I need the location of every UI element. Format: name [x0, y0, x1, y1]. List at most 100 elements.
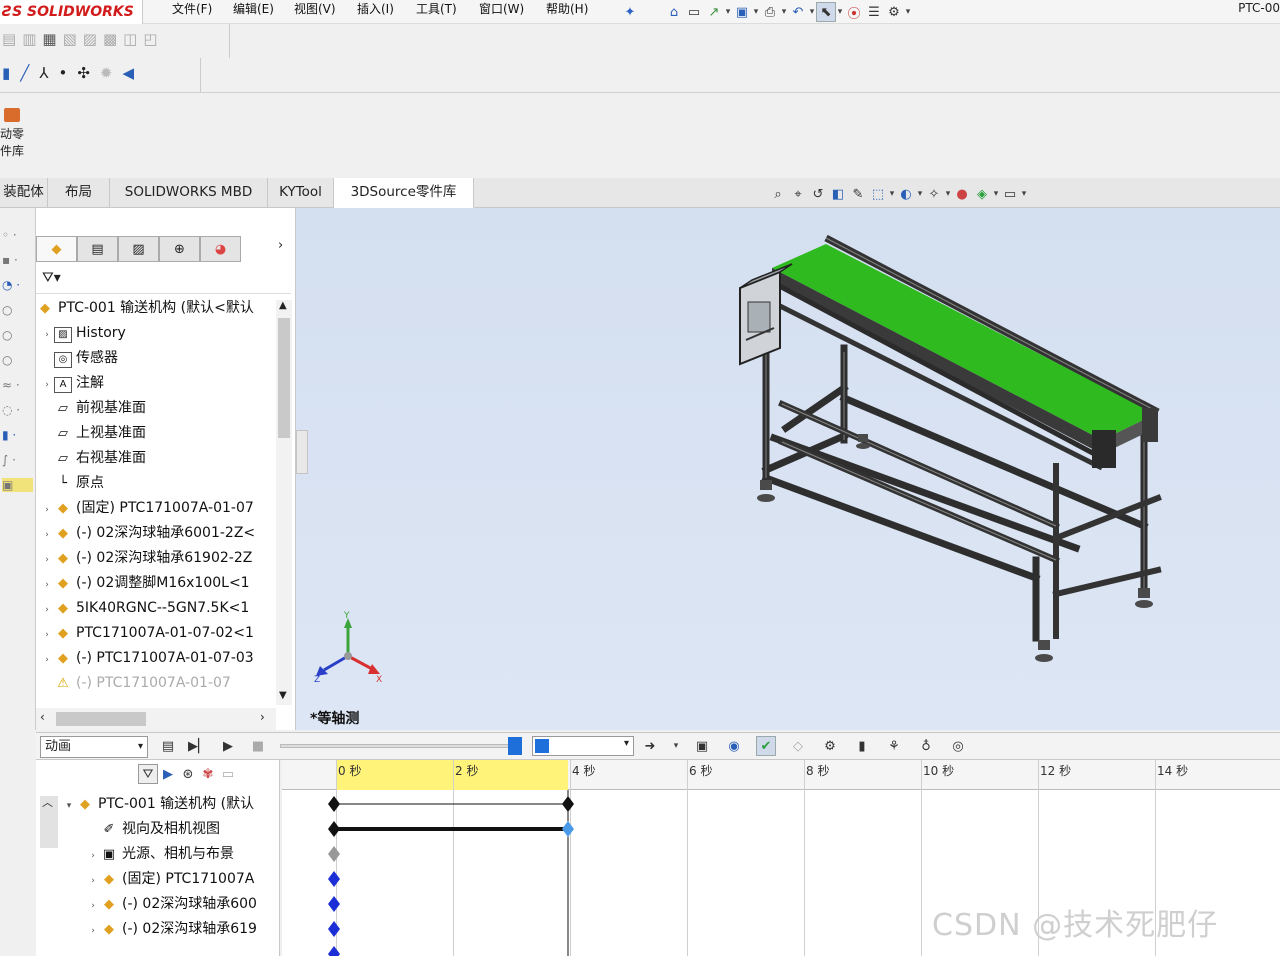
tree-item[interactable]: ⚠ (-) PTC171007A-01-07 [40, 671, 276, 696]
line-icon[interactable]: ╱ [20, 64, 29, 82]
strip-icon[interactable]: ▮ · [2, 428, 33, 442]
view-orientation-icon[interactable]: ⬚ [868, 184, 888, 204]
tree-item[interactable]: ▱ 前视基准面 [40, 396, 276, 421]
tree-item[interactable]: › ◆ (-) 02深沟球轴承6001-2Z< [40, 521, 276, 546]
menu-file[interactable]: 文件(F) [172, 0, 212, 24]
tree-item[interactable]: › ◆ (-) 02深沟球轴承61902-2Z [40, 546, 276, 571]
motion-tree-item[interactable]: › ◆ (固定) PTC171007A [86, 867, 280, 892]
tool-icon[interactable]: ▤ [2, 30, 16, 48]
new-document-icon[interactable]: ▭ [684, 2, 704, 22]
menu-edit[interactable]: 编辑(E) [233, 0, 274, 24]
previous-view-icon[interactable]: ↺ [808, 184, 828, 204]
motion-tree-item[interactable]: ✐ 视向及相机视图 [86, 817, 280, 842]
strip-icon[interactable]: ○ [2, 353, 33, 367]
view-settings-icon[interactable]: ▭ [1000, 184, 1020, 204]
tree-item[interactable]: › ▨ History [40, 321, 276, 346]
tool-icon[interactable]: ▩ [103, 30, 117, 48]
tree-item[interactable]: ▱ 右视基准面 [40, 446, 276, 471]
display-manager-tab[interactable]: ◕ [200, 236, 241, 262]
property-manager-tab[interactable]: ▤ [77, 236, 118, 262]
pin-icon[interactable]: ✦ [620, 2, 640, 22]
collapse-up-icon[interactable]: ︿ [42, 794, 53, 810]
study-type-select[interactable]: 动画 ▾ [40, 736, 148, 758]
tool-icon[interactable]: ▥ [22, 30, 36, 48]
motor-icon[interactable]: ⚙ [820, 736, 840, 756]
tree-item[interactable]: └ 原点 [40, 471, 276, 496]
expand-arrow-icon[interactable]: › [40, 573, 54, 596]
expand-arrow-icon[interactable]: › [40, 623, 54, 646]
dropdown-icon[interactable]: ▾ [808, 2, 816, 22]
strip-icon[interactable]: ∫ · [2, 453, 33, 467]
part-tool-icon[interactable]: ▮ [2, 64, 10, 82]
dropdown-icon[interactable]: ▾ [916, 184, 924, 204]
hide-show-icon[interactable]: ✧ [924, 184, 944, 204]
calculate-icon[interactable]: ▤ [158, 736, 178, 756]
tab-assembly[interactable]: 装配体 [0, 178, 48, 208]
scroll-left-icon[interactable]: ‹ [40, 710, 45, 724]
motion-tree-root[interactable]: ▾ ◆ PTC-001 输送机构 (默认 [62, 792, 280, 817]
strip-icon[interactable]: ▣ [2, 478, 33, 492]
expand-arrow-icon[interactable]: › [86, 844, 100, 867]
play-icon[interactable]: ▶ [218, 736, 238, 756]
animation-wizard-icon[interactable]: ◉ [724, 736, 744, 756]
filter-icon[interactable]: ⛛▾ [42, 270, 61, 286]
filter-selected-icon[interactable]: ✾ [198, 764, 218, 784]
select-icon[interactable]: ⬉ [816, 2, 836, 22]
tool-icon[interactable]: ▨ [83, 30, 97, 48]
dropdown-icon[interactable]: ▾ [836, 2, 844, 22]
spring-icon[interactable]: ▮ [852, 736, 872, 756]
open-icon[interactable]: ↗ [704, 2, 724, 22]
dynamic-annotation-icon[interactable]: ✎ [848, 184, 868, 204]
motion-tree-item[interactable]: › ▣ 光源、相机与布景 [86, 842, 280, 867]
strip-icon[interactable]: ◔ · [2, 278, 33, 292]
tree-item[interactable]: › ◆ PTC171007A-01-07-02<1 [40, 621, 276, 646]
tree-item[interactable]: › ◆ (-) PTC171007A-01-07-03 [40, 646, 276, 671]
tab-3dsource[interactable]: 3DSource零件库 [334, 178, 474, 208]
undo-icon[interactable]: ↶ [788, 2, 808, 22]
chevron-right-icon[interactable]: › [278, 238, 283, 253]
axis-icon[interactable]: ⅄ [39, 64, 48, 82]
strip-icon[interactable]: ◦ · [2, 228, 33, 242]
zoom-fit-icon[interactable]: ⌕ [768, 184, 788, 204]
strip-icon[interactable]: ○ [2, 303, 33, 317]
scroll-down-icon[interactable]: ▼ [279, 690, 287, 701]
scrollbar-thumb[interactable] [278, 318, 290, 438]
stop-icon[interactable]: ■ [248, 736, 268, 756]
filter-driving-icon[interactable]: ⊛ [178, 764, 198, 784]
dropdown-icon[interactable]: ▾ [752, 2, 760, 22]
expand-arrow-icon[interactable]: › [40, 498, 54, 521]
dropdown-icon[interactable]: ▾ [724, 2, 732, 22]
menu-insert[interactable]: 插入(I) [357, 0, 394, 24]
results-icon[interactable]: ◎ [948, 736, 968, 756]
tree-item[interactable]: ▱ 上视基准面 [40, 421, 276, 446]
save-icon[interactable]: ▣ [732, 2, 752, 22]
dropdown-icon[interactable]: ▾ [992, 184, 1000, 204]
strip-icon[interactable]: ◌ · [2, 403, 33, 417]
dropdown-icon[interactable]: ▾ [1020, 184, 1028, 204]
tree-item[interactable]: › A 注解 [40, 371, 276, 396]
scene-icon[interactable]: ◈ [972, 184, 992, 204]
playback-slider[interactable] [280, 744, 512, 748]
tab-kytool[interactable]: KYTool [268, 178, 334, 208]
solidworks-logo[interactable]: ƧS SOLIDWORKS [0, 0, 143, 24]
menu-help[interactable]: 帮助(H) [546, 0, 588, 24]
add-key-icon[interactable]: ◇ [788, 736, 808, 756]
part-library-button[interactable]: 动零 件库 [0, 104, 36, 160]
playback-mode-icon[interactable]: ➜ [640, 736, 660, 756]
panel-splitter[interactable] [296, 430, 308, 474]
dropdown-icon[interactable]: ▾ [672, 736, 680, 756]
tab-mbd[interactable]: SOLIDWORKS MBD [110, 178, 268, 208]
motion-tree-item[interactable]: › ◆ (-) 02深沟球轴承619 [86, 917, 280, 942]
print-icon[interactable]: ⎙ [760, 2, 780, 22]
traffic-light-icon[interactable]: ⦿ [844, 2, 864, 22]
speaker-icon[interactable]: ◀ [122, 64, 134, 82]
expand-arrow-icon[interactable]: › [86, 894, 100, 917]
display-style-icon[interactable]: ◐ [896, 184, 916, 204]
save-animation-icon[interactable]: ▣ [692, 736, 712, 756]
tab-layout[interactable]: 布局 [48, 178, 110, 208]
dropdown-icon[interactable]: ▾ [904, 2, 912, 22]
tree-item[interactable]: › ◆ (固定) PTC171007A-01-07 [40, 496, 276, 521]
scrollbar-thumb[interactable] [56, 712, 146, 726]
filter-results-icon[interactable]: ▭ [218, 764, 238, 784]
tool-icon[interactable]: ◰ [143, 30, 157, 48]
